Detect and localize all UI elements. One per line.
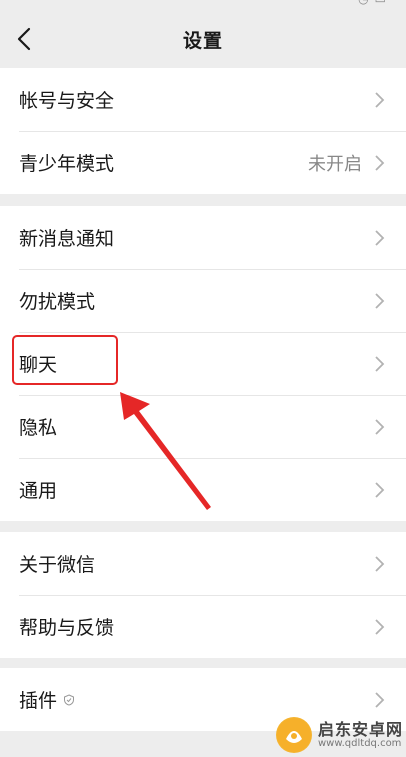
chevron-right-icon xyxy=(375,481,385,498)
chevron-right-icon xyxy=(375,91,385,108)
watermark-name: 启东安卓网 xyxy=(318,719,404,739)
row-do-not-disturb[interactable]: 勿扰模式 xyxy=(0,269,406,332)
battery-icon: ▭ xyxy=(375,0,386,6)
row-label: 青少年模式 xyxy=(19,153,115,175)
row-label: 插件 xyxy=(19,690,58,712)
watermark-logo-icon xyxy=(276,717,312,753)
chevron-right-icon xyxy=(375,555,385,572)
row-label: 新消息通知 xyxy=(19,228,115,250)
row-privacy[interactable]: 隐私 xyxy=(0,395,406,458)
row-label: 通用 xyxy=(19,480,58,502)
shield-icon xyxy=(64,693,75,706)
row-help-feedback[interactable]: 帮助与反馈 xyxy=(0,595,406,658)
row-about-wechat[interactable]: 关于微信 xyxy=(0,532,406,595)
row-account-security[interactable]: 帐号与安全 xyxy=(0,68,406,131)
settings-group-about: 关于微信 帮助与反馈 xyxy=(0,532,406,658)
status-bar: ◷ ▭ xyxy=(0,0,406,10)
chevron-right-icon xyxy=(375,618,385,635)
chevron-right-icon xyxy=(375,154,385,171)
page-title: 设置 xyxy=(182,30,223,52)
row-label: 隐私 xyxy=(19,417,58,439)
alarm-icon: ◷ xyxy=(358,0,368,6)
status-right: ◷ ▭ xyxy=(358,0,386,6)
chevron-right-icon xyxy=(375,355,385,372)
row-label: 帐号与安全 xyxy=(19,90,115,112)
chevron-right-icon xyxy=(375,418,385,435)
chat-highlight-box xyxy=(12,335,118,385)
row-notifications[interactable]: 新消息通知 xyxy=(0,206,406,269)
row-label: 帮助与反馈 xyxy=(19,617,115,639)
row-general[interactable]: 通用 xyxy=(0,458,406,521)
watermark: 启东安卓网 www.qdltdq.com xyxy=(276,714,404,756)
settings-group-account: 帐号与安全 青少年模式 未开启 xyxy=(0,68,406,194)
nav-bar: 设置 xyxy=(0,10,406,68)
chevron-right-icon xyxy=(375,229,385,246)
row-label: 勿扰模式 xyxy=(19,291,96,313)
chevron-right-icon xyxy=(375,691,385,708)
signal-icon xyxy=(18,0,88,5)
row-teen-mode[interactable]: 青少年模式 未开启 xyxy=(0,131,406,194)
row-value: 未开启 xyxy=(308,153,362,175)
row-label: 关于微信 xyxy=(19,554,96,576)
watermark-url: www.qdltdq.com xyxy=(318,738,402,750)
chevron-right-icon xyxy=(375,292,385,309)
